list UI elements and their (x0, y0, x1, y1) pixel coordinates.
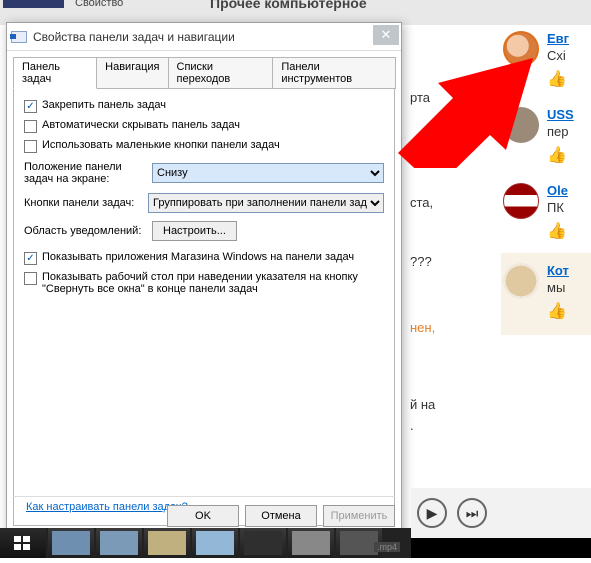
taskbar-properties-dialog: Свойства панели задач и навигации ✕ Пане… (6, 22, 402, 535)
checkbox-storeapps[interactable]: ✓ (24, 252, 37, 265)
avatar[interactable] (503, 183, 539, 219)
system-icon (11, 31, 27, 43)
customize-button[interactable]: Настроить... (152, 221, 237, 241)
tab-jumplists[interactable]: Списки переходов (168, 57, 274, 89)
bg-text-2: ста, (410, 195, 433, 210)
cancel-button[interactable]: Отмена (245, 505, 317, 527)
checkbox-lock[interactable]: ✓ (24, 100, 37, 113)
checkbox-peek-label: Показывать рабочий стол при наведении ук… (42, 271, 372, 295)
ok-button[interactable]: OK (167, 505, 239, 527)
bg-text-3: ??? (410, 254, 432, 269)
titlebar[interactable]: Свойства панели задач и навигации ✕ (7, 23, 401, 51)
tab-toolbars[interactable]: Панели инструментов (272, 57, 396, 89)
checkbox-autohide-label: Автоматически скрывать панель задач (42, 119, 240, 131)
checkbox-storeapps-label: Показывать приложения Магазина Windows н… (42, 251, 354, 263)
next-button[interactable]: ⏭ (457, 498, 487, 528)
taskbar-thumb[interactable] (288, 528, 334, 558)
taskbar-thumb[interactable] (144, 528, 190, 558)
checkbox-autohide[interactable] (24, 120, 37, 133)
taskbar-thumb[interactable] (240, 528, 286, 558)
comment-text: пер (547, 124, 574, 139)
position-combo[interactable]: Снизу (152, 163, 384, 183)
comment-item: Евг Схі 👍 (501, 25, 591, 89)
comment-item: Ole ПК 👍 (501, 177, 591, 241)
bg-text-5: й на (410, 397, 435, 412)
comment-user[interactable]: Кот (547, 263, 569, 278)
avatar[interactable] (503, 107, 539, 143)
tab-taskbar[interactable]: Панель задач (13, 57, 97, 89)
comment-text: мы (547, 280, 569, 295)
avatar[interactable] (503, 31, 539, 67)
video-strip (411, 538, 591, 558)
like-icon[interactable]: 👍 (547, 145, 574, 165)
taskbar-thumb[interactable] (48, 528, 94, 558)
bg-heading: Прочее компьютерное (210, 0, 367, 11)
taskbar[interactable]: .mp4 (0, 528, 411, 558)
bg-text-1: рта (410, 90, 430, 105)
taskbar-thumb[interactable] (192, 528, 238, 558)
like-icon[interactable]: 👍 (547, 69, 569, 89)
tab-navigation[interactable]: Навигация (96, 57, 168, 89)
bg-tab-label: Свойство (75, 0, 123, 9)
start-button[interactable] (0, 528, 46, 558)
buttons-label: Кнопки панели задач: (24, 197, 142, 209)
media-controls: ▶ ⏭ (411, 488, 591, 538)
dialog-title: Свойства панели задач и навигации (33, 30, 235, 44)
like-icon[interactable]: 👍 (547, 301, 569, 321)
checkbox-smallbuttons[interactable] (24, 140, 37, 153)
notif-label: Область уведомлений: (24, 225, 146, 237)
comments-column: Евг Схі 👍 USS пер 👍 Ole ПК 👍 Кот мы 👍 (501, 25, 591, 335)
checkbox-lock-label: Закрепить панель задач (42, 99, 166, 111)
tab-strip: Панель задач Навигация Списки переходов … (7, 51, 401, 89)
mp4-tag: .mp4 (374, 542, 400, 552)
like-icon[interactable]: 👍 (547, 221, 568, 241)
close-icon: ✕ (381, 27, 392, 43)
comment-item: USS пер 👍 (501, 101, 591, 165)
comment-item: Кот мы 👍 (501, 257, 591, 321)
comment-user[interactable]: Ole (547, 183, 568, 198)
apply-button: Применить (323, 505, 395, 527)
checkbox-smallbuttons-label: Использовать маленькие кнопки панели зад… (42, 139, 280, 151)
avatar[interactable] (503, 263, 539, 299)
play-button[interactable]: ▶ (417, 498, 447, 528)
button-bar: OK Отмена Применить (13, 496, 395, 528)
bg-text-4: нен, (410, 320, 435, 335)
checkbox-peek[interactable] (24, 272, 37, 285)
buttons-combo[interactable]: Группировать при заполнении панели зад (148, 193, 384, 213)
taskbar-thumb[interactable] (96, 528, 142, 558)
comment-user[interactable]: Евг (547, 31, 569, 46)
comment-text: ПК (547, 200, 568, 215)
close-button[interactable]: ✕ (373, 25, 399, 45)
comment-text: Схі (547, 48, 569, 63)
bg-text-6: . (410, 418, 414, 433)
tab-panel: ✓ Закрепить панель задач Автоматически с… (13, 88, 395, 526)
position-label: Положение панели задач на экране: (24, 161, 146, 185)
comment-user[interactable]: USS (547, 107, 574, 122)
